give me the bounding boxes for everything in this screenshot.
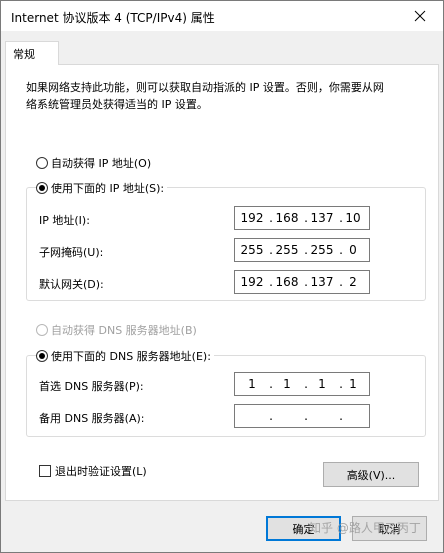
dns-manual-radio[interactable]	[36, 350, 48, 362]
close-icon	[414, 10, 426, 22]
ip-auto-radio[interactable]	[36, 157, 48, 169]
default-gateway-octet-4[interactable]: 2	[339, 275, 367, 289]
dns-manual-option[interactable]: 使用下面的 DNS 服务器地址(E):	[36, 348, 214, 364]
advanced-button-label: 高级(V)...	[346, 468, 396, 482]
preferred-dns-octet-1[interactable]: 1	[238, 377, 266, 391]
default-gateway-octet-3[interactable]: 137	[308, 275, 336, 289]
subnet-mask-octet-1[interactable]: 255	[238, 243, 266, 257]
preferred-dns-octet-4[interactable]: 1	[339, 377, 367, 391]
dns-auto-option[interactable]: 自动获得 DNS 服务器地址(B)	[36, 322, 197, 338]
watermark: 知乎 @路人甲乙丙丁	[309, 521, 421, 535]
alternate-dns-label: 备用 DNS 服务器(A):	[39, 412, 145, 425]
preferred-dns-octet-2[interactable]: 1	[273, 377, 301, 391]
title-bar[interactable]: Internet 协议版本 4 (TCP/IPv4) 属性	[1, 1, 443, 31]
subnet-mask-octet-3[interactable]: 255	[308, 243, 336, 257]
preferred-dns-field[interactable]: 1 . 1 . 1 . 1	[234, 372, 370, 396]
default-gateway-label: 默认网关(D):	[39, 278, 104, 291]
ip-auto-label: 自动获得 IP 地址(O)	[51, 157, 152, 170]
ip-auto-option[interactable]: 自动获得 IP 地址(O)	[36, 155, 151, 171]
ip-manual-radio[interactable]	[36, 182, 48, 194]
validate-on-exit-label: 退出时验证设置(L)	[55, 465, 147, 478]
octet-separator: .	[304, 409, 308, 423]
default-gateway-octet-1[interactable]: 192	[238, 275, 266, 289]
ip-address-octet-2[interactable]: 168	[273, 211, 301, 225]
dns-auto-label: 自动获得 DNS 服务器地址(B)	[51, 324, 197, 337]
advanced-button[interactable]: 高级(V)...	[323, 462, 419, 487]
dns-auto-radio[interactable]	[36, 324, 48, 336]
ip-address-octet-1[interactable]: 192	[238, 211, 266, 225]
alternate-dns-field[interactable]: . . .	[234, 404, 370, 428]
properties-dialog: Internet 协议版本 4 (TCP/IPv4) 属性 常规 如果网络支持此…	[0, 0, 444, 553]
ip-manual-option[interactable]: 使用下面的 IP 地址(S):	[36, 180, 168, 196]
octet-separator: .	[339, 409, 343, 423]
subnet-mask-field[interactable]: 255 . 255 . 255 . 0	[234, 238, 370, 262]
validate-on-exit-option[interactable]: 退出时验证设置(L)	[39, 463, 147, 479]
dns-manual-label: 使用下面的 DNS 服务器地址(E):	[51, 350, 211, 363]
intro-text: 如果网络支持此功能，则可以获取自动指派的 IP 设置。否则，你需要从网 络系统管…	[26, 81, 384, 111]
octet-separator: .	[269, 409, 273, 423]
subnet-mask-octet-4[interactable]: 0	[339, 243, 367, 257]
window-title: Internet 协议版本 4 (TCP/IPv4) 属性	[11, 11, 215, 25]
validate-on-exit-checkbox[interactable]	[39, 465, 51, 477]
ip-address-octet-4[interactable]: 10	[339, 211, 367, 225]
default-gateway-octet-2[interactable]: 168	[273, 275, 301, 289]
subnet-mask-octet-2[interactable]: 255	[273, 243, 301, 257]
ip-address-octet-3[interactable]: 137	[308, 211, 336, 225]
preferred-dns-octet-3[interactable]: 1	[308, 377, 336, 391]
ip-address-field[interactable]: 192 . 168 . 137 . 10	[234, 206, 370, 230]
tab-general[interactable]: 常规	[5, 41, 59, 65]
preferred-dns-label: 首选 DNS 服务器(P):	[39, 380, 144, 393]
default-gateway-field[interactable]: 192 . 168 . 137 . 2	[234, 270, 370, 294]
close-button[interactable]	[397, 1, 443, 31]
ip-manual-label: 使用下面的 IP 地址(S):	[51, 182, 165, 195]
tab-general-label: 常规	[13, 48, 35, 61]
ip-address-label: IP 地址(I):	[39, 214, 90, 227]
subnet-mask-label: 子网掩码(U):	[39, 246, 104, 259]
